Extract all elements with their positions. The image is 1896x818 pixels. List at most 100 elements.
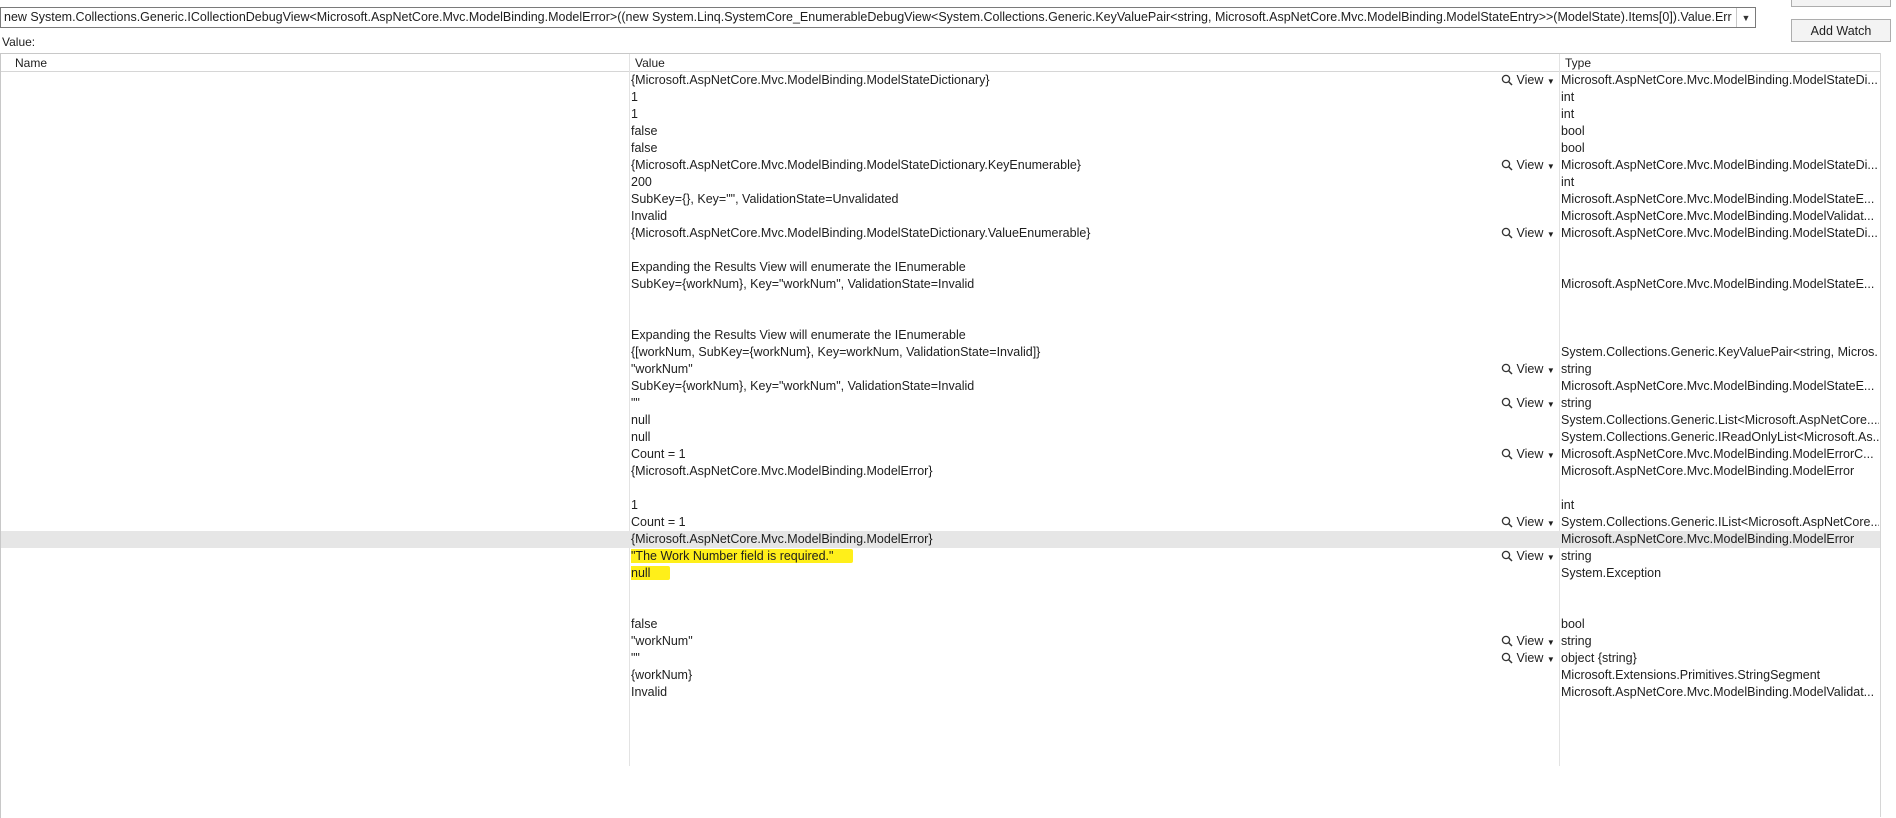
tree-row[interactable]: ◢ValueSubKey={workNum}, Key="workNum", V… xyxy=(1,378,1881,395)
value-cell[interactable]: false xyxy=(631,141,1491,156)
value-cell[interactable]: 1 xyxy=(631,498,1491,513)
tree-row[interactable]: ▷RootSubKey={}, Key="", ValidationState=… xyxy=(1,191,1881,208)
type-cell: bool xyxy=(1561,124,1585,138)
value-cell[interactable]: "The Work Number field is required." xyxy=(631,549,1491,564)
visualizer-view-button[interactable]: View ▼ xyxy=(1501,396,1555,410)
value-cell[interactable]: SubKey={workNum}, Key="workNum", Validat… xyxy=(631,379,1491,394)
tree-row[interactable]: ▷Non-Public members xyxy=(1,701,1881,718)
member-value: 1 xyxy=(631,107,638,121)
value-cell[interactable]: {Microsoft.AspNetCore.Mvc.ModelBinding.M… xyxy=(631,158,1491,173)
column-header-value[interactable]: Value xyxy=(635,56,665,70)
tree-row[interactable]: ◢Results ViewExpanding the Results View … xyxy=(1,327,1881,344)
visualizer-view-button[interactable]: View ▼ xyxy=(1501,634,1555,648)
tree-row[interactable]: ▷ChildNodesnullSystem.Collections.Generi… xyxy=(1,412,1881,429)
visualizer-view-button[interactable]: View ▼ xyxy=(1501,73,1555,87)
value-cell[interactable]: "workNum" xyxy=(631,634,1491,649)
tree-row[interactable]: ErrorCount1int xyxy=(1,106,1881,123)
tree-row[interactable]: ▷Raw View xyxy=(1,582,1881,599)
value-cell[interactable]: {Microsoft.AspNetCore.Mvc.ModelBinding.M… xyxy=(631,532,1491,547)
member-value: {Microsoft.AspNetCore.Mvc.ModelBinding.M… xyxy=(631,532,933,546)
value-cell[interactable]: Invalid xyxy=(631,685,1491,700)
type-cell: Microsoft.AspNetCore.Mvc.ModelBinding.Mo… xyxy=(1561,73,1878,87)
tree-row[interactable]: ▷Non-Public members xyxy=(1,310,1881,327)
tree-row[interactable]: Count1int xyxy=(1,89,1881,106)
tree-row[interactable]: ◢ErrorsCount = 1 View ▼Microsoft.AspNetC… xyxy=(1,446,1881,463)
value-cell[interactable]: "" xyxy=(631,396,1491,411)
tree-row[interactable]: ◢Values{Microsoft.AspNetCore.Mvc.ModelBi… xyxy=(1,225,1881,242)
value-cell[interactable]: 200 xyxy=(631,175,1491,190)
reevaluate-button[interactable] xyxy=(1791,0,1891,7)
tree-row[interactable]: ◢[0]{Microsoft.AspNetCore.Mvc.ModelBindi… xyxy=(1,531,1881,548)
tree-row[interactable]: MaxAllowedErrors200int xyxy=(1,174,1881,191)
value-cell[interactable]: false xyxy=(631,124,1491,139)
add-watch-button[interactable]: Add Watch xyxy=(1791,19,1891,42)
value-cell[interactable]: {[workNum, SubKey={workNum}, Key=workNum… xyxy=(631,345,1491,360)
tree-row[interactable]: ◢Results ViewExpanding the Results View … xyxy=(1,259,1881,276)
tree-row[interactable]: HasReachedMaxErrorsfalsebool xyxy=(1,123,1881,140)
member-value: null xyxy=(631,566,671,580)
view-label: View xyxy=(1516,226,1544,240)
type-cell: string xyxy=(1561,549,1592,563)
value-cell[interactable]: null xyxy=(631,566,1491,581)
tree-row[interactable]: ▷Keys{Microsoft.AspNetCore.Mvc.ModelBind… xyxy=(1,157,1881,174)
value-cell[interactable]: {Microsoft.AspNetCore.Mvc.ModelBinding.M… xyxy=(631,73,1491,88)
visualizer-view-button[interactable]: View ▼ xyxy=(1501,447,1555,461)
tree-row[interactable]: ▷[0]{Microsoft.AspNetCore.Mvc.ModelBindi… xyxy=(1,463,1881,480)
tree-row[interactable]: Count1int xyxy=(1,497,1881,514)
tree-row[interactable]: RawValue"" View ▼object {string} xyxy=(1,650,1881,667)
visualizer-view-button[interactable]: View ▼ xyxy=(1501,549,1555,563)
visualizer-view-button[interactable]: View ▼ xyxy=(1501,158,1555,172)
grid-header: Name Value Type xyxy=(1,54,1881,72)
tree-row[interactable]: AttemptedValue"" View ▼string xyxy=(1,395,1881,412)
visualizer-view-button[interactable]: View ▼ xyxy=(1501,651,1555,665)
chevron-down-icon[interactable]: ▼ xyxy=(1736,8,1755,27)
tree-row[interactable]: ErrorMessage"The Work Number field is re… xyxy=(1,548,1881,565)
chevron-down-icon: ▼ xyxy=(1546,366,1555,375)
tree-row[interactable]: ▷ExceptionnullSystem.Exception xyxy=(1,565,1881,582)
magnifier-icon xyxy=(1501,634,1513,648)
tree-row[interactable]: ▷SubKey{workNum}Microsoft.Extensions.Pri… xyxy=(1,667,1881,684)
tree-row[interactable]: Key"workNum" View ▼string xyxy=(1,633,1881,650)
tree-row[interactable]: ValidationStateInvalidMicrosoft.AspNetCo… xyxy=(1,684,1881,701)
value-cell[interactable]: {Microsoft.AspNetCore.Mvc.ModelBinding.M… xyxy=(631,464,1491,479)
tree-row[interactable]: ▷Non-Public members xyxy=(1,599,1881,616)
value-cell[interactable]: {workNum} xyxy=(631,668,1491,683)
vertical-scrollbar[interactable] xyxy=(1880,53,1896,817)
value-cell[interactable]: null xyxy=(631,430,1491,445)
value-cell[interactable]: Expanding the Results View will enumerat… xyxy=(631,328,1491,343)
value-cell[interactable]: SubKey={}, Key="", ValidationState=Unval… xyxy=(631,192,1491,207)
value-cell[interactable]: SubKey={workNum}, Key="workNum", Validat… xyxy=(631,277,1491,292)
value-cell[interactable]: Expanding the Results View will enumerat… xyxy=(631,260,1491,275)
tree-row[interactable]: ▷Static members xyxy=(1,293,1881,310)
visualizer-view-button[interactable]: View ▼ xyxy=(1501,362,1555,376)
value-cell[interactable]: Invalid xyxy=(631,209,1491,224)
tree-row[interactable]: ChildrennullSystem.Collections.Generic.I… xyxy=(1,429,1881,446)
expression-input[interactable]: new System.Collections.Generic.ICollecti… xyxy=(4,10,1732,24)
tree-row[interactable]: IsContainerNodefalsebool xyxy=(1,616,1881,633)
value-cell[interactable]: false xyxy=(631,617,1491,632)
value-cell[interactable]: 1 xyxy=(631,107,1491,122)
value-cell[interactable]: {Microsoft.AspNetCore.Mvc.ModelBinding.M… xyxy=(631,226,1491,241)
column-header-type[interactable]: Type xyxy=(1565,56,1591,70)
member-value: false xyxy=(631,617,658,631)
column-header-name[interactable]: Name xyxy=(15,56,47,70)
visualizer-view-button[interactable]: View ▼ xyxy=(1501,226,1555,240)
tree-row[interactable]: ◢[0]{[workNum, SubKey={workNum}, Key=wor… xyxy=(1,344,1881,361)
tree-row[interactable]: ◢ModelState{Microsoft.AspNetCore.Mvc.Mod… xyxy=(1,72,1881,89)
tree-row[interactable]: ▷Non-Public members xyxy=(1,242,1881,259)
value-cell[interactable]: 1 xyxy=(631,90,1491,105)
tree-row[interactable]: ValidationStateInvalidMicrosoft.AspNetCo… xyxy=(1,208,1881,225)
type-cell: int xyxy=(1561,175,1575,189)
tree-row[interactable]: IsValidfalsebool xyxy=(1,140,1881,157)
value-cell[interactable]: "workNum" xyxy=(631,362,1491,377)
tree-row[interactable]: ◢ItemsCount = 1 View ▼System.Collections… xyxy=(1,514,1881,531)
tree-row[interactable]: Key"workNum" View ▼string xyxy=(1,361,1881,378)
visualizer-view-button[interactable]: View ▼ xyxy=(1501,515,1555,529)
tree-row[interactable]: ▷[0]SubKey={workNum}, Key="workNum", Val… xyxy=(1,276,1881,293)
expression-combobox[interactable]: new System.Collections.Generic.ICollecti… xyxy=(0,7,1756,28)
value-cell[interactable]: "" xyxy=(631,651,1491,666)
tree-row[interactable]: ◢Raw View xyxy=(1,480,1881,497)
value-cell[interactable]: Count = 1 xyxy=(631,515,1491,530)
value-cell[interactable]: Count = 1 xyxy=(631,447,1491,462)
value-cell[interactable]: null xyxy=(631,413,1491,428)
